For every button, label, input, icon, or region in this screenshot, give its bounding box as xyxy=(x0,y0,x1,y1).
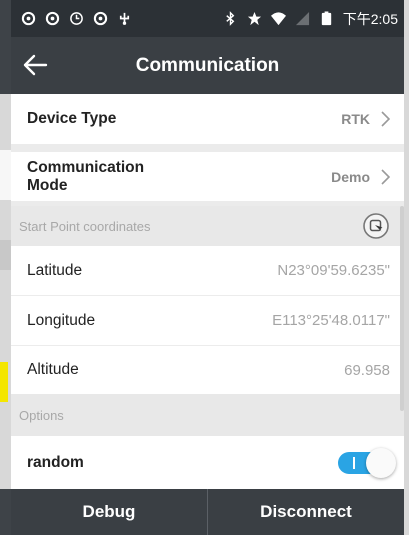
device-type-row[interactable]: Device Type RTK xyxy=(11,94,404,144)
toggle-on-mark xyxy=(353,457,355,469)
random-label: random xyxy=(27,453,84,471)
toggle-knob xyxy=(366,448,396,478)
communication-mode-label-line1: Communication xyxy=(27,158,145,176)
bottom-action-bar: Debug Disconnect xyxy=(11,489,404,535)
background-right-strip xyxy=(404,0,409,535)
latitude-row[interactable]: Latitude N23°09'59.6235" xyxy=(11,246,404,295)
background-panel-grey xyxy=(0,240,11,270)
altitude-label: Altitude xyxy=(27,361,79,378)
communication-mode-row[interactable]: Communication Mode Demo xyxy=(11,152,404,201)
communication-mode-label-line2: Mode xyxy=(27,176,68,194)
sync-icon xyxy=(93,11,108,26)
scrollbar[interactable] xyxy=(400,206,404,411)
debug-button[interactable]: Debug xyxy=(11,489,207,535)
star-icon xyxy=(247,11,261,26)
usb-icon xyxy=(119,12,130,25)
bluetooth-icon xyxy=(226,11,235,26)
sync-icon xyxy=(21,11,36,26)
start-point-section-header: Start Point coordinates xyxy=(11,206,404,246)
background-highlight xyxy=(0,362,8,402)
locate-icon[interactable] xyxy=(362,212,390,240)
app-bar: Communication xyxy=(11,37,404,94)
communication-mode-value: Demo xyxy=(331,168,370,185)
latitude-label: Latitude xyxy=(27,261,83,279)
alarm-icon xyxy=(70,12,83,25)
longitude-row[interactable]: Longitude E113°25'48.0117" xyxy=(11,296,404,345)
device-type-value: RTK xyxy=(341,111,370,127)
options-section-title: Options xyxy=(19,407,64,423)
longitude-value: E113°25'48.0117" xyxy=(272,312,390,329)
background-panel-dark xyxy=(0,489,11,535)
communication-screen: 下午2:05 Communication Device Type RTK Com… xyxy=(11,0,404,535)
chevron-right-icon xyxy=(381,168,390,185)
background-left-strip xyxy=(0,0,11,535)
disconnect-button[interactable]: Disconnect xyxy=(208,489,404,535)
status-time: 下午2:05 xyxy=(342,10,398,27)
arrow-left-icon[interactable] xyxy=(21,51,49,79)
page-title: Communication xyxy=(135,54,280,76)
altitude-value: 69.958 xyxy=(344,361,390,379)
device-type-value-group: RTK xyxy=(341,111,390,127)
longitude-label: Longitude xyxy=(27,311,96,329)
options-section-header: Options xyxy=(11,394,404,436)
status-bar: 下午2:05 xyxy=(11,0,404,37)
start-point-section-title: Start Point coordinates xyxy=(19,218,151,234)
random-toggle[interactable] xyxy=(338,448,396,478)
battery-icon xyxy=(321,11,331,26)
altitude-row[interactable]: Altitude 69.958 xyxy=(11,346,404,394)
wifi-icon xyxy=(270,12,286,26)
communication-mode-label: Communication Mode xyxy=(27,159,144,195)
latitude-value: N23°09'59.6235" xyxy=(277,262,390,279)
signal-icon xyxy=(295,11,309,26)
device-type-label: Device Type xyxy=(27,110,117,127)
sync-icon xyxy=(45,11,60,26)
background-panel-light xyxy=(0,150,11,200)
chevron-right-icon xyxy=(381,111,390,127)
communication-mode-value-group: Demo xyxy=(331,169,390,185)
background-panel-dark xyxy=(0,0,11,94)
